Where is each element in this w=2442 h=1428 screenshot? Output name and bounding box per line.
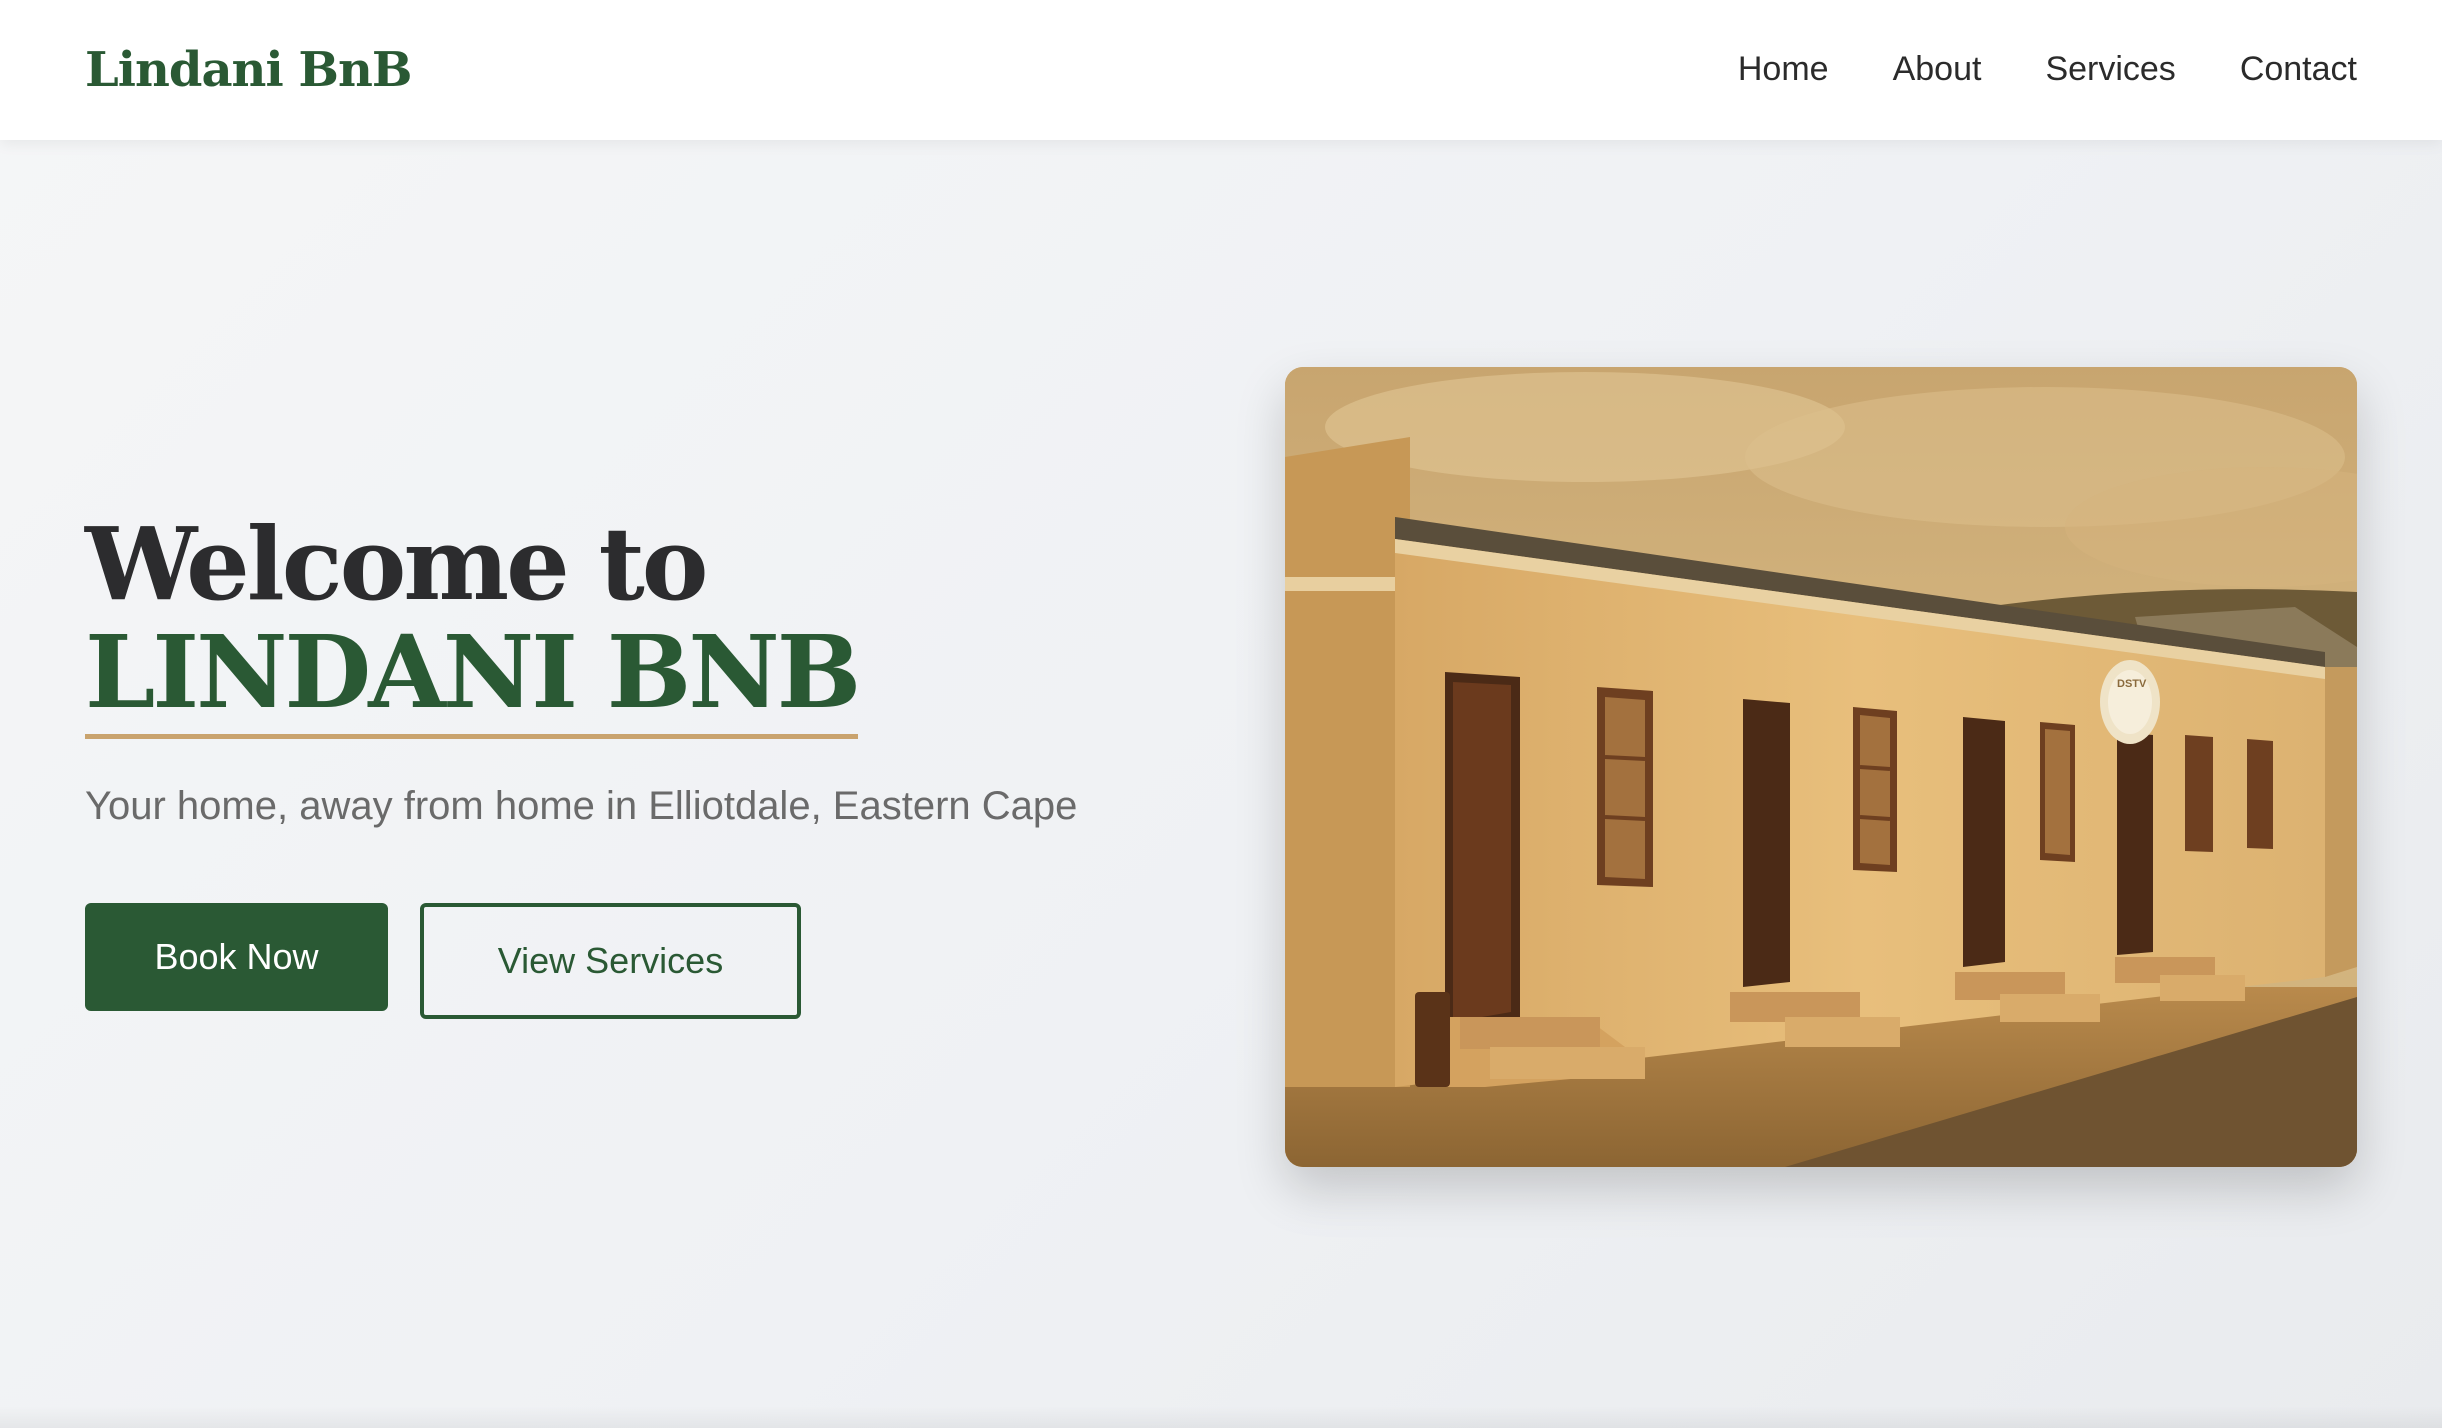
hero-title-highlight: LINDANI BNB [85,618,861,739]
brand-logo[interactable]: Lindani BnB [85,38,412,102]
landing-page: Lindani BnB Home About Services Contact … [0,0,2442,1428]
page-bottom-edge [0,1406,2442,1428]
view-services-button[interactable]: View Services [420,903,801,1019]
nav-link-about[interactable]: About [1893,44,1982,94]
bnb-building-illustration: DSTV [1285,367,2357,1167]
nav-links: Home About Services Contact [1738,44,2357,94]
hero-image: DSTV [1285,367,2357,1167]
hero-subtitle: Your home, away from home in Elliotdale,… [85,784,1078,828]
hero-title-line1: Welcome to [85,505,709,623]
nav-link-contact[interactable]: Contact [2240,44,2357,94]
nav-link-home[interactable]: Home [1738,44,1829,94]
hero-title: Welcome to LINDANI BNB [85,505,861,739]
navbar: Lindani BnB Home About Services Contact [0,0,2442,140]
dish-label: DSTV [2117,678,2147,690]
book-now-button[interactable]: Book Now [85,903,388,1011]
nav-link-services[interactable]: Services [2045,44,2175,94]
